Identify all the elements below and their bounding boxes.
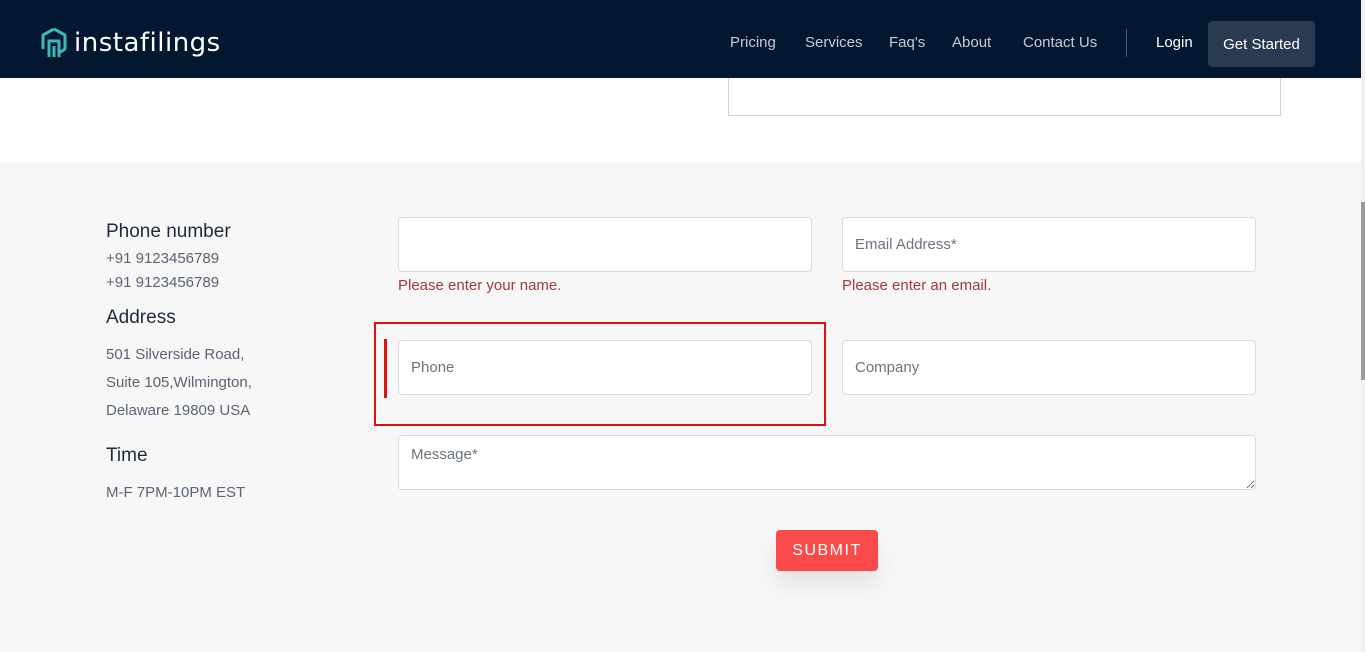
phone-number-1: +91 9123456789 <box>106 250 220 267</box>
email-input[interactable] <box>842 217 1256 272</box>
nav-services[interactable]: Services <box>805 34 863 51</box>
logo-text: instafilings <box>74 28 221 58</box>
name-error: Please enter your name. <box>398 277 562 294</box>
nav-divider <box>1126 29 1127 57</box>
phone-heading: Phone number <box>106 221 231 242</box>
nav-pricing[interactable]: Pricing <box>730 34 776 51</box>
navbar: instafilings Pricing Services Faq's Abou… <box>0 0 1361 78</box>
company-input[interactable] <box>842 340 1256 395</box>
login-link[interactable]: Login <box>1156 34 1193 51</box>
address-heading: Address <box>106 307 176 328</box>
email-error: Please enter an email. <box>842 277 992 294</box>
nav-contact-us[interactable]: Contact Us <box>1023 34 1097 51</box>
phone-number-2: +91 9123456789 <box>106 274 220 291</box>
time-value: M-F 7PM-10PM EST <box>106 484 246 501</box>
phone-input[interactable] <box>398 340 812 395</box>
time-heading: Time <box>106 445 148 466</box>
nav-about[interactable]: About <box>952 34 991 51</box>
phone-highlight-marker <box>384 339 387 398</box>
name-input[interactable] <box>398 217 812 272</box>
logo[interactable]: instafilings <box>40 27 221 59</box>
get-started-button[interactable]: Get Started <box>1208 21 1315 67</box>
address-line-2: Suite 105,Wilmington, <box>106 374 252 391</box>
scrollbar-thumb[interactable] <box>1361 202 1365 380</box>
message-textarea[interactable] <box>398 435 1256 490</box>
address-line-1: 501 Silverside Road, <box>106 346 245 363</box>
nav-faqs[interactable]: Faq's <box>889 34 925 51</box>
logo-icon <box>41 27 67 57</box>
submit-button[interactable]: SUBMIT <box>776 530 878 571</box>
address-line-3: Delaware 19809 USA <box>106 402 251 419</box>
